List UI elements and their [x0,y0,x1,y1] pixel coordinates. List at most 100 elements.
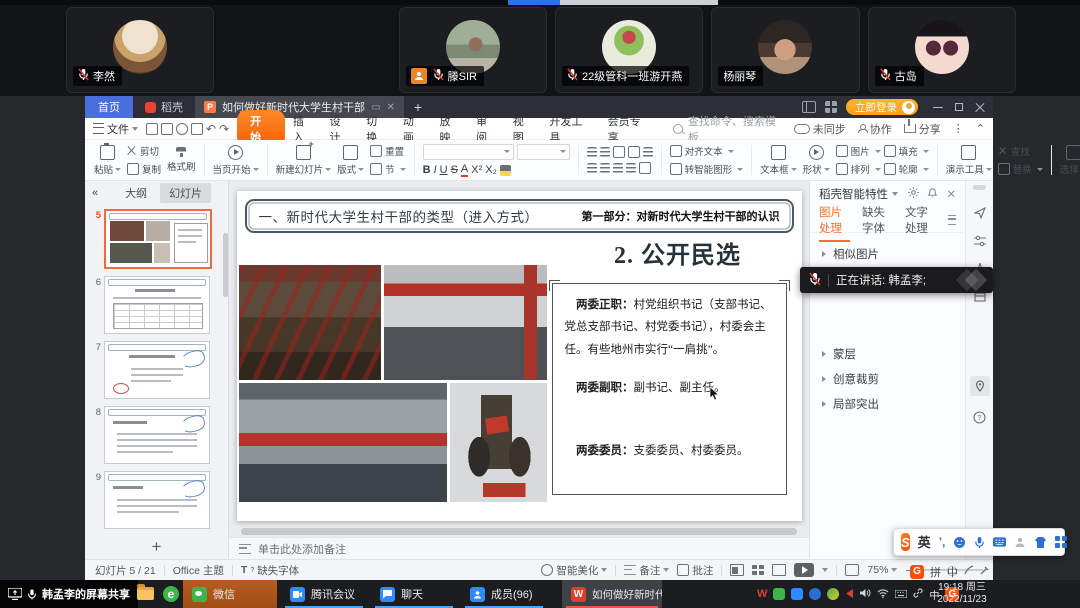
tab-text-processing[interactable]: 文字处理 [905,204,936,236]
volume-icon[interactable] [860,585,871,603]
profile-icon[interactable] [1014,536,1026,549]
help-icon[interactable]: ? [973,410,987,424]
sync-status[interactable]: 未同步 [794,121,846,137]
thumbnail-item[interactable]: 9 [87,471,224,529]
present-tools-button[interactable]: 演示工具 [943,145,995,176]
play-options-icon[interactable] [822,568,828,572]
panel-item-creative-crop[interactable]: 创意裁剪 [810,366,965,391]
shapes-button[interactable]: 形状 [800,145,833,176]
redo-icon[interactable]: ↷ [219,123,229,135]
paste-button[interactable]: 粘贴 [91,145,124,176]
split-view-icon[interactable] [802,101,816,113]
section-button[interactable]: 节 [370,162,406,176]
send-icon[interactable] [973,206,987,220]
fill-button[interactable]: 填充 [884,144,929,158]
italic-button[interactable]: I [434,164,437,176]
file-menu[interactable]: 文件 [93,121,138,137]
align-right-icon[interactable] [613,163,623,173]
subscript-button[interactable]: X₂ [485,164,497,176]
numbered-list-icon[interactable] [600,147,610,157]
tray-wechat-icon[interactable] [773,588,785,600]
reset-button[interactable]: 重置 [370,144,406,158]
strikethrough-button[interactable]: S [451,164,458,176]
tab-slides[interactable]: 幻灯片 [160,183,211,203]
bold-button[interactable]: B [423,164,431,176]
cut-button[interactable]: 剪切 [127,144,161,158]
close-button[interactable] [975,102,985,112]
taskbar-wps[interactable]: W 如何做好新时代大... [562,580,662,608]
ime-punctuation[interactable]: ’, [939,536,946,548]
slide-thumbnail[interactable] [104,276,210,334]
tab-home[interactable]: 首页 [85,96,133,118]
reading-view-icon[interactable] [772,564,786,576]
collaborate-button[interactable]: 协作 [858,121,892,137]
participant-tile[interactable]: 滕SIR [399,7,547,93]
close-tab-icon[interactable]: ✕ [386,102,394,113]
ime-handwrite-icon[interactable] [964,565,974,578]
undo-icon[interactable]: ↶ [206,123,216,135]
outline-button[interactable]: 轮廓 [884,162,929,176]
collapse-panel-icon[interactable]: « [92,187,98,199]
ime-pinyin-label[interactable]: 拼 [930,564,941,580]
tray-wps-icon[interactable]: W [757,588,767,600]
align-text-button[interactable]: 对齐文本 [670,144,744,158]
taskbar-wechat[interactable]: 微信 [183,580,277,608]
columns-icon[interactable] [639,162,651,174]
voice-input-icon[interactable] [974,536,985,549]
tray-app-icon[interactable] [809,588,821,600]
arrange-button[interactable]: 排列 [836,162,881,176]
minimize-button[interactable] [933,102,943,112]
bell-icon[interactable] [927,187,938,201]
slide-thumbnail[interactable] [104,209,212,269]
comments-button[interactable]: 批注 [677,563,713,578]
smart-graphic-button[interactable]: 转智能图形 [670,162,744,176]
picture-button[interactable]: 图片 [836,144,881,158]
font-size-select[interactable] [517,144,570,160]
theme-name[interactable]: Office 主题 [173,563,224,578]
participant-tile[interactable]: 杨丽琴 [711,7,859,93]
panel-menu-icon[interactable] [948,215,956,225]
keyboard-tray-icon[interactable] [895,585,907,603]
ime-chinese-label[interactable]: 中 [947,564,958,580]
replace-button[interactable]: 替换 [998,162,1043,176]
thumbnail-item[interactable]: 8 [87,406,224,464]
tab-grid-icon[interactable] [825,101,837,113]
emoji-icon[interactable] [953,536,966,549]
select-button[interactable]: 选择 [1057,145,1080,176]
participant-tile[interactable]: 22级管科一班游开燕 [555,7,703,93]
slide-thumbnail[interactable] [104,341,210,399]
wifi-icon[interactable] [877,585,889,603]
tray-app-icon[interactable] [827,588,839,600]
maximize-button[interactable] [954,102,964,112]
copy-button[interactable]: 复制 [127,162,161,176]
skin-icon[interactable] [1034,536,1047,549]
login-button[interactable]: 立即登录 [846,99,918,115]
new-slide-button[interactable]: 新建幻灯片 [273,145,335,176]
smart-beautify-button[interactable]: 智能美化 [541,563,607,578]
ime-g-icon[interactable]: G [910,565,924,579]
layout-button[interactable]: 版式 [334,145,367,176]
tab-outline[interactable]: 大纲 [116,183,156,203]
panel-scrollbar[interactable] [973,185,986,190]
horizontal-scrollbar[interactable] [241,528,797,535]
panel-item-mask[interactable]: 蒙层 [810,341,965,366]
slideshow-play-button[interactable] [794,563,814,577]
fit-slide-icon[interactable] [845,564,859,576]
tab-image-processing[interactable]: 图片处理 [819,204,850,236]
ime-language-mode[interactable]: 英 [918,536,931,549]
slide-thumbnail[interactable] [104,471,210,529]
find-button[interactable]: 查找 [998,144,1043,158]
line-spacing-icon[interactable] [643,147,653,157]
taskbar-clock[interactable]: 19:18 周三 2022/11/23 [931,582,993,606]
align-center-icon[interactable] [600,163,610,173]
bullet-list-icon[interactable] [587,147,597,157]
tab-missing-fonts[interactable]: 缺失字体 [862,204,893,236]
missing-font-indicator[interactable]: T? 缺失字体 [241,563,299,578]
thumbnail-scrollbar[interactable] [223,233,228,297]
participant-tile[interactable]: 李然 [66,7,214,93]
keyboard-icon[interactable] [993,536,1006,549]
sogou-logo[interactable]: S [901,533,910,551]
font-color-button[interactable]: A [461,164,468,177]
panel-item-similar-images[interactable]: 相似图片 [810,241,965,266]
justify-icon[interactable] [626,163,636,173]
